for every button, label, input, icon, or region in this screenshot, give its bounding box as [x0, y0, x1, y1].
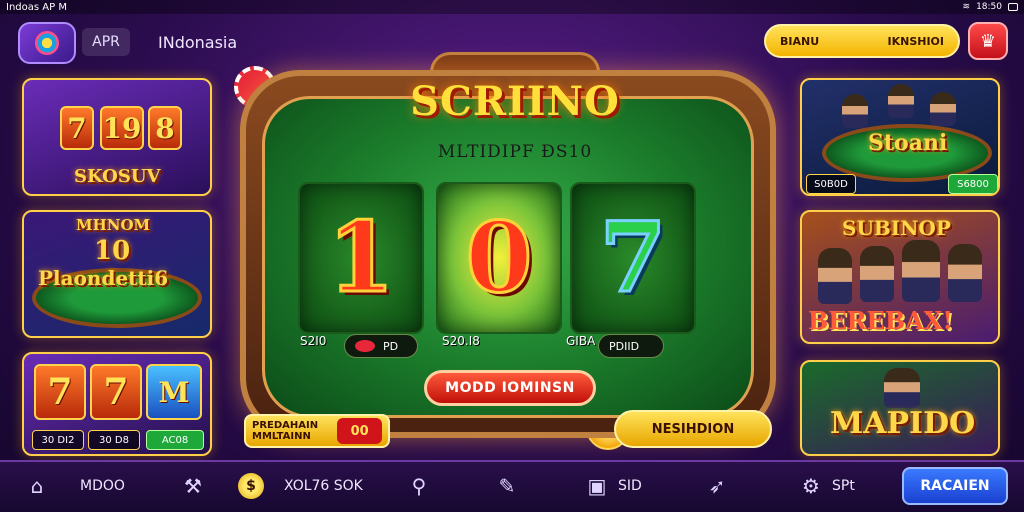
home-icon: ⌂: [30, 474, 44, 498]
promo-pill[interactable]: BIANU IKNSHIOI: [764, 24, 960, 58]
nav-edit[interactable]: ✎: [494, 466, 520, 506]
card-title: SKOSUV: [74, 166, 161, 187]
card-number: 10: [94, 236, 131, 266]
nav-rocket[interactable]: ➶: [704, 466, 730, 506]
reel-badge: PDIID: [598, 334, 664, 358]
reel-value: GIBA: [566, 334, 596, 348]
reel-value: S2I0: [300, 334, 327, 348]
nav-screen-label: SID: [618, 478, 642, 494]
card-title: Plaondetti6: [38, 266, 169, 290]
card-value: AC08: [146, 430, 204, 450]
game-card-mapido[interactable]: MAPIDO: [800, 360, 1000, 456]
slot-reel-1: 1: [298, 182, 424, 334]
card-value: S0B0D: [806, 174, 856, 194]
player-avatar: [842, 94, 868, 128]
player-avatar: [930, 92, 956, 126]
reel-symbol: 1: [326, 201, 396, 314]
status-right: ≋ 18:50: [963, 2, 1018, 12]
card-banner: BEREBAX!: [808, 306, 953, 335]
chip-icon: [355, 340, 375, 352]
card-reel: 7: [60, 106, 94, 150]
status-bar: Indoas AP M ≋ 18:50: [0, 0, 1024, 14]
logo-orb-icon: [35, 31, 59, 55]
app-name[interactable]: APR: [82, 28, 130, 56]
status-left-text: Indoas AP M: [6, 1, 67, 13]
nav-coins-label: XOL76 SOK: [284, 478, 363, 494]
nav-home-label: MDOO: [80, 478, 125, 494]
region-label: INdonasia: [158, 33, 238, 52]
promo-right-label: IKNSHIOI: [887, 34, 945, 48]
player-avatar: [948, 244, 982, 302]
player-avatar: [818, 248, 852, 304]
battery-icon: [1008, 3, 1018, 11]
player-avatar: [884, 368, 920, 408]
reel-badge: PD: [344, 334, 418, 358]
promo-left-label: BIANU: [780, 34, 820, 48]
card-reel: 8: [148, 106, 182, 150]
bonus-chip: 00: [337, 418, 382, 444]
bonus-info-text: PREDAHAIN MMLTAINN: [252, 420, 337, 442]
card-reel: M: [146, 364, 202, 420]
primary-action-button[interactable]: RACAIEN: [902, 467, 1008, 505]
player-avatar: [888, 84, 914, 118]
gear-icon: ⚙: [802, 474, 820, 498]
card-title: MAPIDO: [830, 406, 976, 441]
nav-home[interactable]: ⌂ MDOO: [24, 466, 125, 506]
profile-button[interactable]: ♛: [968, 22, 1008, 60]
pen-icon: ✎: [498, 474, 516, 498]
game-card-stoani[interactable]: Stoani S0B0D S6800: [800, 78, 1000, 196]
slot-reel-3: 7: [570, 182, 696, 334]
card-value: 30 DI2: [32, 430, 84, 450]
game-card-plaondetti[interactable]: MHNOM 10 Plaondetti6: [22, 210, 212, 338]
rocket-icon: ➶: [708, 474, 726, 498]
app-logo[interactable]: [18, 22, 76, 64]
card-value: 30 D8: [88, 430, 140, 450]
coin-icon: $: [238, 473, 264, 499]
reel-symbol: 7: [598, 201, 668, 314]
mission-button[interactable]: NESIHDION: [614, 410, 772, 448]
card-title: Stoani: [868, 130, 948, 156]
slot-reel-2: 0: [436, 182, 562, 334]
card-top-label: MHNOM: [76, 216, 151, 234]
profile-icon: ♛: [979, 30, 997, 52]
machine-subtitle: MLTIDIPF ĐS10: [437, 142, 593, 162]
location-icon: ⚲: [411, 474, 427, 498]
reel-symbol: 0: [464, 201, 534, 314]
card-title: SUBINOP: [842, 216, 951, 240]
nav-settings-label: SPt: [832, 478, 855, 494]
bonus-line-2: MMLTAINN: [252, 431, 311, 442]
screen-icon: ▣: [587, 474, 607, 498]
player-avatar: [860, 246, 894, 302]
reel-badge-label: PD: [383, 339, 399, 353]
spin-button[interactable]: MODD IOMINSN: [424, 370, 596, 406]
nav-tools[interactable]: ⚒: [180, 466, 206, 506]
nav-location[interactable]: ⚲: [406, 466, 432, 506]
wand-icon: ⚒: [184, 474, 202, 498]
nav-settings[interactable]: ⚙ SPt: [798, 466, 855, 506]
card-reel: 7: [90, 364, 142, 420]
card-reel: 19: [100, 106, 144, 150]
bonus-line-1: PREDAHAIN: [252, 420, 319, 431]
game-card-skosuv[interactable]: 7 19 8 SKOSUV: [22, 78, 212, 196]
status-time: 18:50: [976, 2, 1002, 12]
nav-screen[interactable]: ▣ SID: [584, 466, 642, 506]
card-value: S6800: [948, 174, 998, 194]
machine-title: SCRIINO: [410, 78, 620, 125]
player-avatar: [902, 240, 940, 302]
nav-coins[interactable]: $ XOL76 SOK: [238, 466, 363, 506]
bonus-info-panel[interactable]: PREDAHAIN MMLTAINN 00: [244, 414, 390, 448]
card-reel: 7: [34, 364, 86, 420]
game-card-slots-777[interactable]: 7 7 M 30 DI2 30 D8 AC08: [22, 352, 212, 456]
game-card-subinop[interactable]: SUBINOP BEREBAX!: [800, 210, 1000, 344]
reel-value: S20.I8: [442, 334, 480, 348]
wifi-icon: ≋: [962, 2, 971, 12]
